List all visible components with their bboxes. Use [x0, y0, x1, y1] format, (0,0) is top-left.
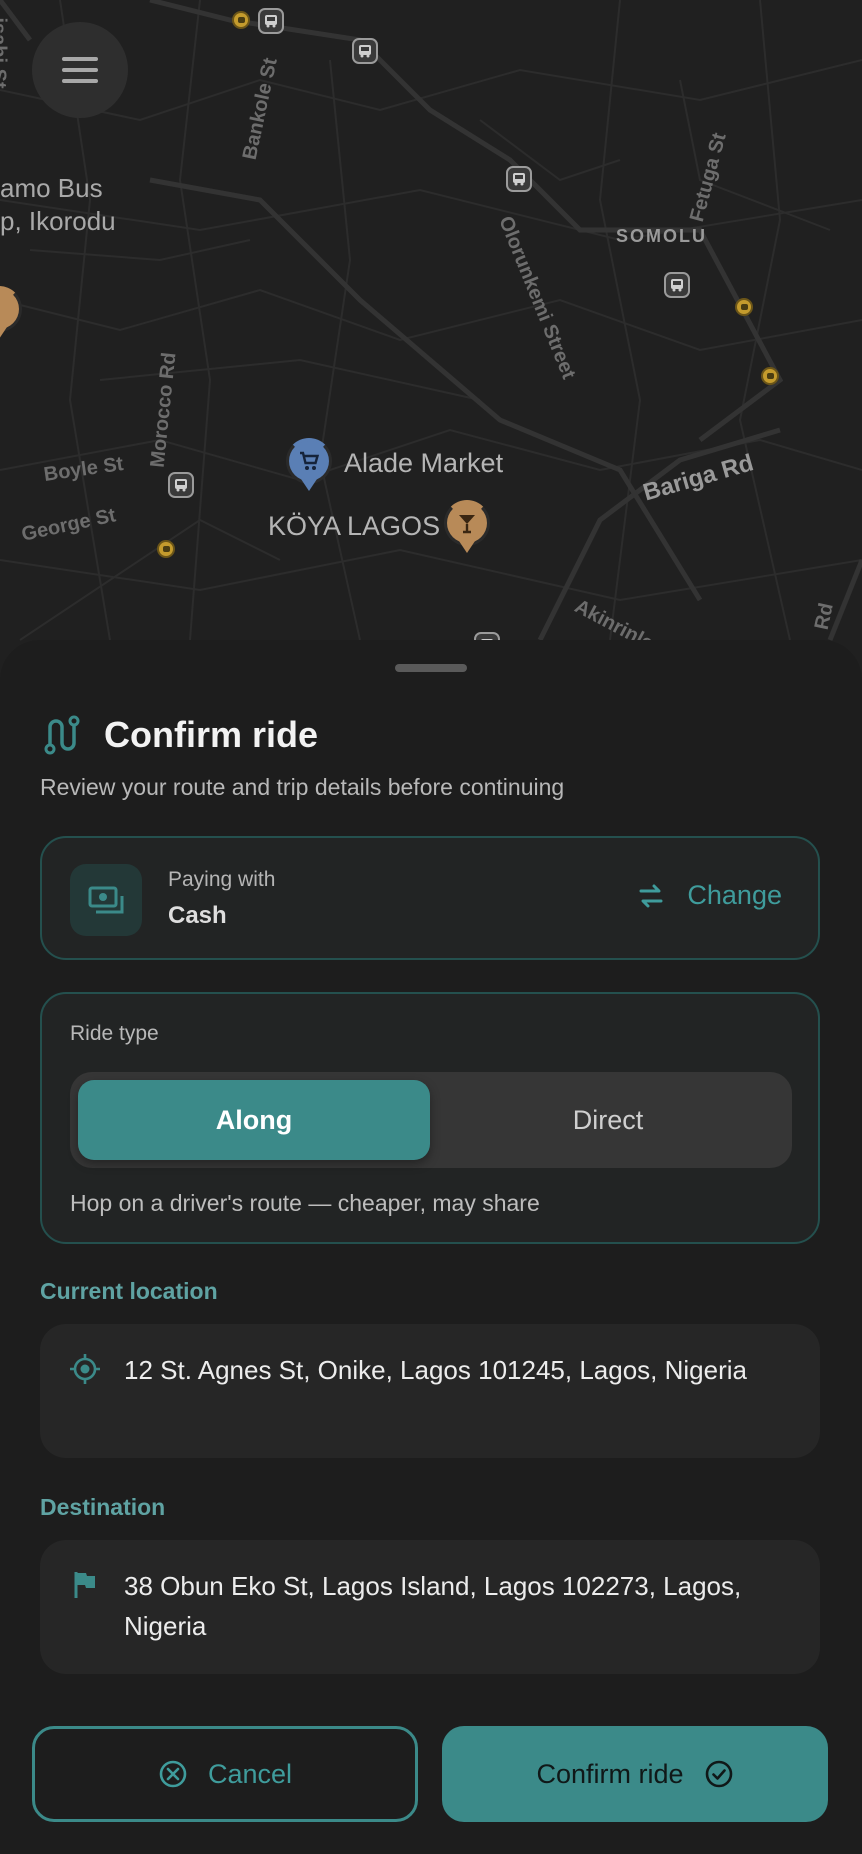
change-label: Change — [687, 880, 782, 910]
bus-marker-icon[interactable] — [232, 11, 250, 29]
current-location-address: 12 St. Agnes St, Onike, Lagos 101245, La… — [124, 1355, 747, 1385]
confirm-label: Confirm ride — [536, 1758, 684, 1789]
place-label-koya-lagos: KÖYA LAGOS — [268, 511, 441, 541]
destination-label: Destination — [40, 1494, 166, 1520]
destination-address: 38 Obun Eko St, Lagos Island, Lagos 1022… — [124, 1571, 742, 1641]
ride-type-hint: Hop on a driver's route — cheaper, may s… — [70, 1190, 540, 1216]
current-location-label: Current location — [40, 1278, 218, 1304]
ride-type-toggle: Along Direct — [70, 1072, 792, 1168]
place-label-alade-market: Alade Market — [344, 448, 504, 478]
confirm-ride-sheet: Confirm ride Review your route and trip … — [0, 640, 862, 1854]
swap-icon — [639, 884, 663, 907]
confirm-ride-button[interactable]: Confirm ride — [442, 1726, 828, 1822]
ride-type-option-direct[interactable]: Direct — [432, 1080, 784, 1160]
payment-label: Paying with — [168, 868, 276, 891]
check-circle-icon — [705, 1760, 732, 1788]
ride-type-label: Ride type — [70, 1022, 159, 1045]
map-view[interactable]: isabi St Bankole St Fetuga St Olorunkemi… — [0, 0, 862, 700]
current-location-field[interactable]: 12 St. Agnes St, Onike, Lagos 101245, La… — [40, 1324, 820, 1458]
payment-card: Paying with Cash Change — [40, 836, 820, 960]
hamburger-icon — [62, 57, 98, 83]
bus-stop-icon[interactable] — [352, 38, 378, 64]
ride-type-option-along[interactable]: Along — [78, 1080, 430, 1160]
bus-marker-icon[interactable] — [761, 367, 779, 385]
flag-icon — [74, 1572, 95, 1598]
ride-type-card: Ride type Along Direct Hop on a driver's… — [40, 992, 820, 1244]
place-label-bus-stop: amo Bus p, Ikorodu — [0, 173, 116, 236]
crosshair-icon — [70, 1354, 100, 1384]
bus-stop-icon[interactable] — [664, 272, 690, 298]
cancel-button[interactable]: Cancel — [32, 1726, 418, 1822]
area-label-somolu: SOMOLU — [616, 226, 707, 246]
shopping-cart-icon[interactable] — [286, 438, 332, 484]
drag-handle[interactable] — [395, 664, 467, 672]
bus-marker-icon[interactable] — [157, 540, 175, 558]
map-roads — [0, 0, 862, 642]
street-label: isabi St — [0, 17, 10, 89]
menu-button[interactable] — [32, 22, 128, 118]
bus-stop-icon[interactable] — [258, 8, 284, 34]
bus-stop-icon[interactable] — [506, 166, 532, 192]
cancel-circle-icon — [159, 1760, 187, 1788]
cancel-label: Cancel — [207, 1758, 293, 1789]
payment-method-value: Cash — [168, 902, 227, 929]
page-subtitle: Review your route and trip details befor… — [40, 774, 565, 800]
destination-field[interactable]: 38 Obun Eko St, Lagos Island, Lagos 1022… — [40, 1540, 820, 1674]
bus-stop-icon[interactable] — [168, 472, 194, 498]
cash-icon — [70, 864, 142, 936]
bus-marker-icon[interactable] — [735, 298, 753, 316]
change-payment-button[interactable]: Change — [637, 880, 782, 911]
route-icon — [44, 715, 80, 755]
cocktail-icon[interactable] — [444, 500, 490, 546]
sheet-header: Confirm ride — [40, 714, 318, 756]
page-title: Confirm ride — [104, 714, 319, 755]
